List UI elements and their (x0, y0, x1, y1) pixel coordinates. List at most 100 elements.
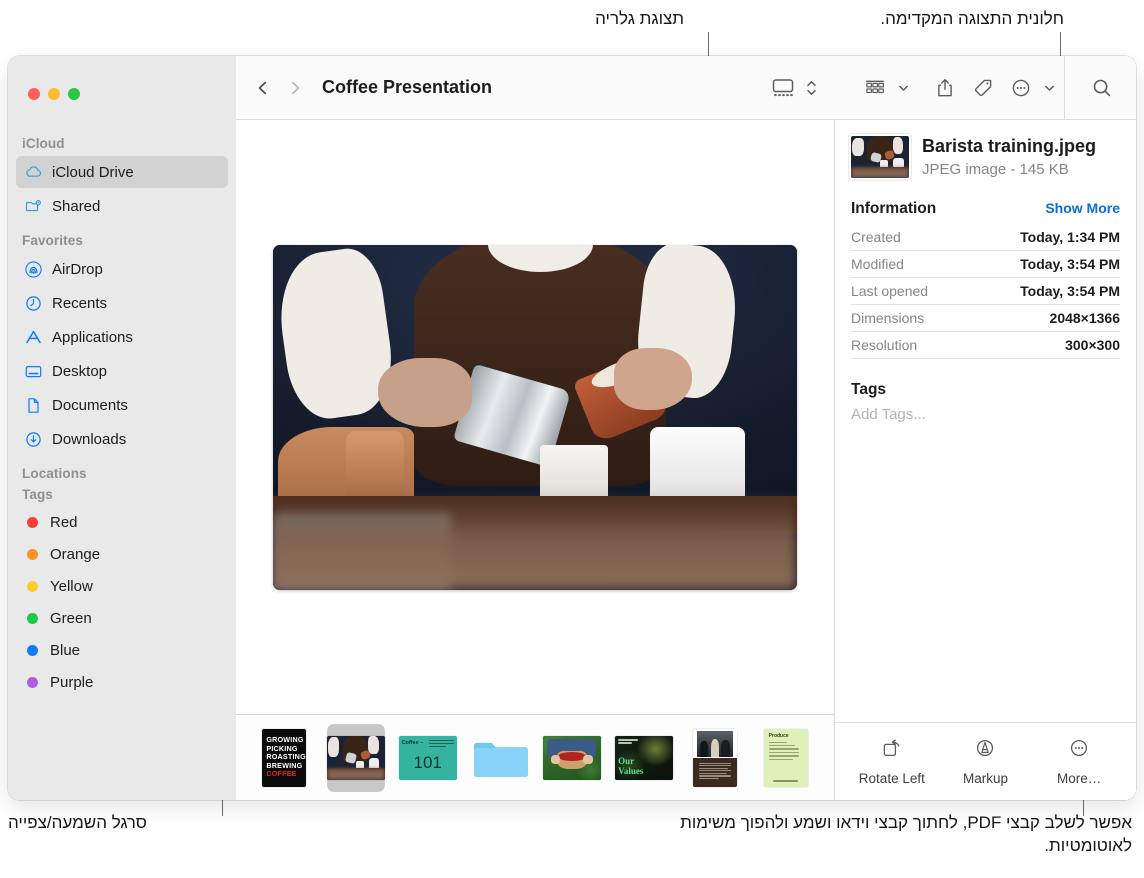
back-button[interactable] (248, 73, 278, 103)
callout-preview-pane: חלונית התצוגה המקדימה. (880, 9, 1064, 28)
filmstrip[interactable]: GROWING PICKING ROASTING BREWING COFFEE (236, 714, 834, 800)
window-controls (8, 62, 236, 126)
view-stepper-button[interactable] (802, 72, 822, 104)
sidebar-item-applications[interactable]: Applications (16, 321, 228, 353)
file-header: Barista training.jpeg JPEG image - 145 K… (851, 136, 1120, 178)
tag-dot-icon (24, 577, 41, 596)
filmstrip-item-coffee-101[interactable]: Coffee – 101 (398, 724, 457, 792)
markup-icon (973, 737, 997, 764)
filmstrip-item-coffee-poster[interactable]: GROWING PICKING ROASTING BREWING COFFEE (256, 724, 313, 792)
info-row-created: Created Today, 1:34 PM (851, 224, 1120, 251)
airdrop-icon (24, 260, 43, 279)
share-button[interactable] (926, 72, 964, 104)
more-chevron-down-icon[interactable] (1040, 72, 1060, 104)
info-key: Modified (851, 256, 904, 272)
receipt-title: Produce (768, 732, 789, 739)
group-controls (856, 72, 914, 104)
preview-column: GROWING PICKING ROASTING BREWING COFFEE (236, 120, 834, 800)
slide-subtext-lines (429, 739, 454, 749)
sidebar-item-label: Documents (52, 396, 128, 414)
sidebar-item-airdrop[interactable]: AirDrop (16, 253, 228, 285)
sidebar-section-favorites-header: Favorites (22, 233, 83, 248)
filmstrip-item-our-values[interactable]: Our Values (614, 724, 673, 792)
thumbnail (326, 735, 385, 780)
filmstrip-item-folder[interactable] (471, 724, 529, 792)
finder-window: iCloud iCloud Drive Shared Favorites Air (8, 56, 1136, 800)
file-name: Barista training.jpeg (922, 136, 1097, 157)
clock-icon (24, 294, 43, 313)
info-value: Today, 3:54 PM (1020, 283, 1120, 299)
sidebar-item-tag-red[interactable]: Red (16, 507, 228, 537)
sidebar-item-tag-yellow[interactable]: Yellow (16, 571, 228, 601)
filmstrip-item-green-receipt[interactable]: Produce (757, 724, 814, 792)
tag-dot-icon (24, 609, 41, 628)
download-icon (24, 430, 43, 449)
show-more-link[interactable]: Show More (1045, 200, 1120, 216)
information-section-title: Information (851, 200, 937, 217)
shared-folder-icon (24, 197, 43, 216)
icloud-icon (24, 163, 43, 182)
filmstrip-item-barista-training[interactable] (326, 723, 385, 792)
sidebar-item-desktop[interactable]: Desktop (16, 355, 228, 387)
slide-title: Our Values (618, 756, 644, 776)
sidebar-item-label: Applications (52, 328, 133, 346)
info-row-modified: Modified Today, 3:54 PM (851, 251, 1120, 278)
view-controls (764, 72, 822, 104)
info-value: Today, 1:34 PM (1020, 229, 1120, 245)
more-button[interactable]: More… (1036, 737, 1122, 786)
sidebar-item-tag-purple[interactable]: Purple (16, 667, 228, 697)
callout-bottom-right: אפשר לשלב קבצי PDF, לחתוך קבצי וידאו ושמ… (680, 813, 1132, 855)
group-chevron-down-icon[interactable] (894, 72, 914, 104)
sidebar-item-icloud-drive[interactable]: iCloud Drive (16, 156, 228, 188)
slide-header-lines (618, 739, 638, 745)
main-column: Coffee Presentation GROWING PICKING ROAS… (236, 56, 1136, 800)
slide-big-number: 101 (413, 752, 442, 772)
rotate-left-icon (880, 737, 904, 764)
close-button[interactable] (28, 88, 40, 100)
sidebar-item-label: AirDrop (52, 260, 103, 278)
toolbar-divider (1063, 56, 1064, 120)
info-row-last-opened: Last opened Today, 3:54 PM (851, 278, 1120, 305)
poster-accent-line: COFFEE (266, 769, 297, 779)
sidebar-item-tag-orange[interactable]: Orange (16, 539, 228, 569)
info-value: 300×300 (1065, 337, 1120, 353)
sidebar-item-shared[interactable]: Shared (16, 190, 228, 222)
desktop-icon (24, 362, 43, 381)
sidebar-item-label: Blue (50, 641, 81, 659)
tag-dot-icon (24, 673, 41, 692)
markup-button[interactable]: Markup (942, 737, 1028, 786)
preview-image[interactable] (273, 244, 797, 590)
add-tags-field[interactable]: Add Tags... (851, 406, 1120, 423)
inspector-action-bar: Rotate Left Markup More… (835, 722, 1136, 800)
sidebar-item-tag-blue[interactable]: Blue (16, 635, 228, 665)
sidebar-item-label: Yellow (50, 577, 93, 595)
zoom-button[interactable] (68, 88, 80, 100)
group-by-button[interactable] (856, 72, 894, 104)
preview-stage (236, 120, 834, 714)
sidebar-item-tag-green[interactable]: Green (16, 603, 228, 633)
sidebar-item-documents[interactable]: Documents (16, 389, 228, 421)
gallery-view-button[interactable] (764, 72, 802, 104)
sidebar-item-label: Recents (52, 294, 108, 312)
search-button[interactable] (1068, 76, 1136, 100)
minimize-button[interactable] (48, 88, 60, 100)
sidebar-item-label: Red (50, 513, 78, 531)
window-title: Coffee Presentation (322, 77, 493, 97)
tags-section-title: Tags (851, 381, 887, 398)
tag-dot-icon (24, 513, 41, 532)
filmstrip-item-berry-harvest[interactable] (542, 724, 601, 792)
sidebar-item-label: Purple (50, 673, 94, 691)
sidebar-section-tags-header: Tags (22, 487, 53, 502)
sidebar-item-recents[interactable]: Recents (16, 287, 228, 319)
more-actions-button[interactable] (1002, 72, 1040, 104)
callout-playback-bar: סרגל השמעה/צפייה (8, 813, 147, 832)
forward-button[interactable] (280, 73, 310, 103)
filmstrip-item-team-document[interactable] (687, 724, 744, 792)
sidebar-item-downloads[interactable]: Downloads (16, 423, 228, 455)
tag-button[interactable] (964, 72, 1002, 104)
thumbnail (542, 735, 601, 780)
sidebar-item-label: Orange (50, 545, 101, 563)
sidebar: iCloud iCloud Drive Shared Favorites Air (8, 56, 236, 800)
rotate-left-button[interactable]: Rotate Left (849, 737, 935, 786)
preview-inspector-pane: Barista training.jpeg JPEG image - 145 K… (834, 120, 1136, 800)
